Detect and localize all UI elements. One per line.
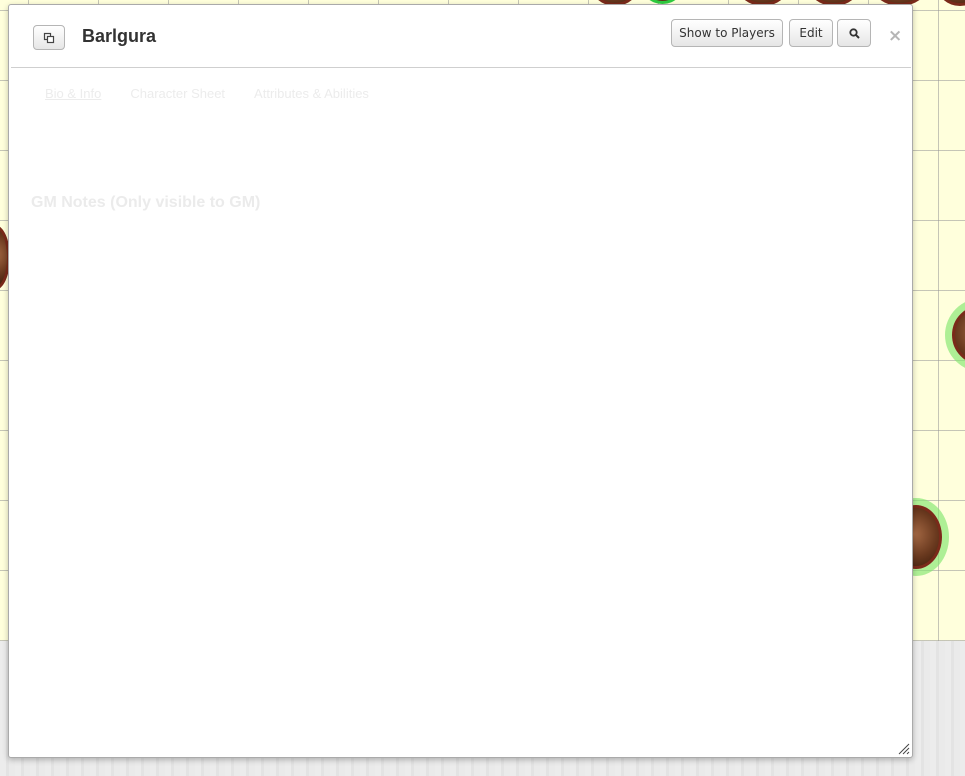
dialog-titlebar[interactable]: Barlgura Show to Players Edit × xyxy=(11,5,911,68)
search-button[interactable] xyxy=(837,19,871,47)
search-icon xyxy=(848,27,860,39)
sheet-tabs: Bio & Info Character Sheet Attributes & … xyxy=(45,86,398,101)
gm-notes-heading: GM Notes (Only visible to GM) xyxy=(31,194,261,211)
character-sheet-dialog: Barlgura Show to Players Edit × Bio & In… xyxy=(8,4,913,758)
show-to-players-label: Show to Players xyxy=(679,26,775,40)
tab-bio-info[interactable]: Bio & Info xyxy=(45,86,130,101)
tab-character-sheet[interactable]: Character Sheet xyxy=(130,86,254,101)
edit-button[interactable]: Edit xyxy=(789,19,833,47)
tab-attributes-abilities[interactable]: Attributes & Abilities xyxy=(254,86,398,101)
show-to-players-button[interactable]: Show to Players xyxy=(671,19,783,47)
close-icon[interactable]: × xyxy=(888,28,902,45)
resize-handle-icon[interactable] xyxy=(898,743,910,755)
popout-button[interactable] xyxy=(33,25,65,50)
edit-label: Edit xyxy=(799,26,823,40)
popout-icon xyxy=(43,32,55,43)
dialog-title: Barlgura xyxy=(82,26,157,46)
